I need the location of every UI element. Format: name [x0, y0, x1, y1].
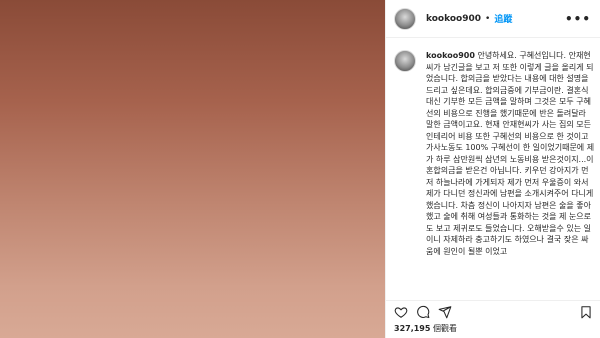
views-count: 327,195 個觀看	[394, 323, 593, 334]
action-bar: 327,195 個觀看	[386, 300, 600, 338]
separator-dot: •	[485, 13, 491, 24]
views-label: 個觀看	[432, 324, 457, 333]
avatar[interactable]	[394, 50, 416, 72]
caption-text: kookoo900 안녕하세요. 구혜선입니다. 안재현씨가 남긴글을 보고 저…	[426, 50, 595, 300]
header-username[interactable]: kookoo900	[426, 14, 481, 24]
bookmark-icon[interactable]	[579, 305, 593, 319]
caption-username[interactable]: kookoo900	[426, 51, 475, 60]
follow-button[interactable]: 追蹤	[494, 12, 512, 25]
post-header: kookoo900 • 追蹤 •••	[386, 0, 600, 38]
post-side-panel: kookoo900 • 追蹤 ••• kookoo900 안녕하세요. 구혜선입…	[385, 0, 600, 338]
avatar[interactable]	[394, 7, 416, 30]
share-icon[interactable]	[438, 305, 452, 319]
comment-icon[interactable]	[416, 305, 430, 319]
more-options-icon[interactable]: •••	[565, 12, 591, 26]
caption-body: 안녕하세요. 구혜선입니다. 안재현씨가 남긴글을 보고 저 또한 이렇게 글을…	[426, 51, 595, 256]
heart-icon[interactable]	[394, 305, 408, 319]
caption-comment: kookoo900 안녕하세요. 구혜선입니다. 안재현씨가 남긴글을 보고 저…	[386, 38, 600, 300]
post-image[interactable]	[0, 0, 385, 338]
views-number: 327,195	[394, 324, 431, 333]
